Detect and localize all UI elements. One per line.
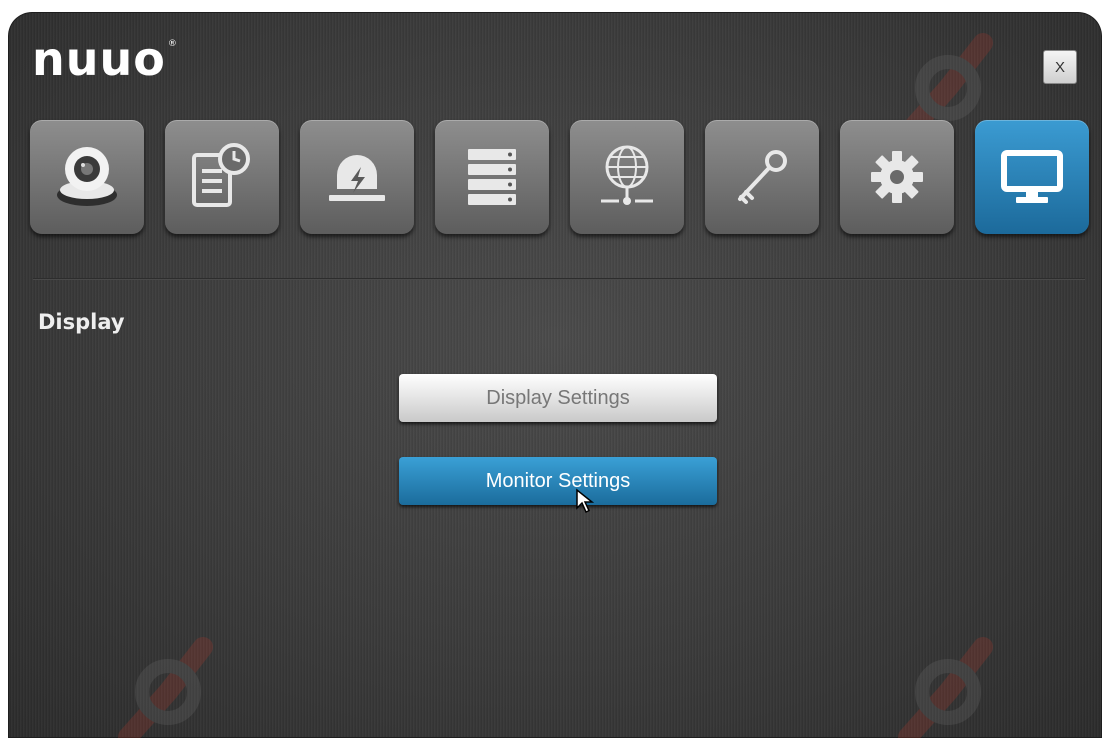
tile-security[interactable] <box>705 120 819 234</box>
mouse-cursor-icon <box>576 488 595 514</box>
watermark-icon <box>898 637 993 738</box>
display-settings-button[interactable]: Display Settings <box>399 374 717 422</box>
monitor-settings-button[interactable]: Monitor Settings <box>399 457 717 505</box>
tile-network[interactable] <box>570 120 684 234</box>
logo-text: nuuo <box>32 32 166 86</box>
watermark-icon <box>118 637 213 738</box>
tile-settings[interactable] <box>840 120 954 234</box>
tile-camera[interactable] <box>30 120 144 234</box>
gear-icon <box>871 151 923 203</box>
nuuo-logo: nuuo ® <box>32 36 178 82</box>
registered-mark: ® <box>167 39 178 49</box>
key-icon <box>738 150 787 204</box>
tile-alarm[interactable] <box>300 120 414 234</box>
alarm-icon <box>329 155 385 201</box>
close-button[interactable]: X <box>1043 50 1077 84</box>
category-tiles <box>30 120 1090 236</box>
storage-icon <box>468 149 516 205</box>
tile-storage[interactable] <box>435 120 549 234</box>
schedule-icon <box>192 143 250 207</box>
camera-icon <box>57 147 117 206</box>
section-title: Display <box>38 310 125 334</box>
tile-display[interactable] <box>975 120 1089 234</box>
network-icon <box>601 145 653 205</box>
settings-window: nuuo ® X Display Display Settings Monito… <box>8 12 1102 738</box>
divider <box>33 278 1085 280</box>
monitor-icon <box>1001 150 1063 203</box>
tile-schedule[interactable] <box>165 120 279 234</box>
